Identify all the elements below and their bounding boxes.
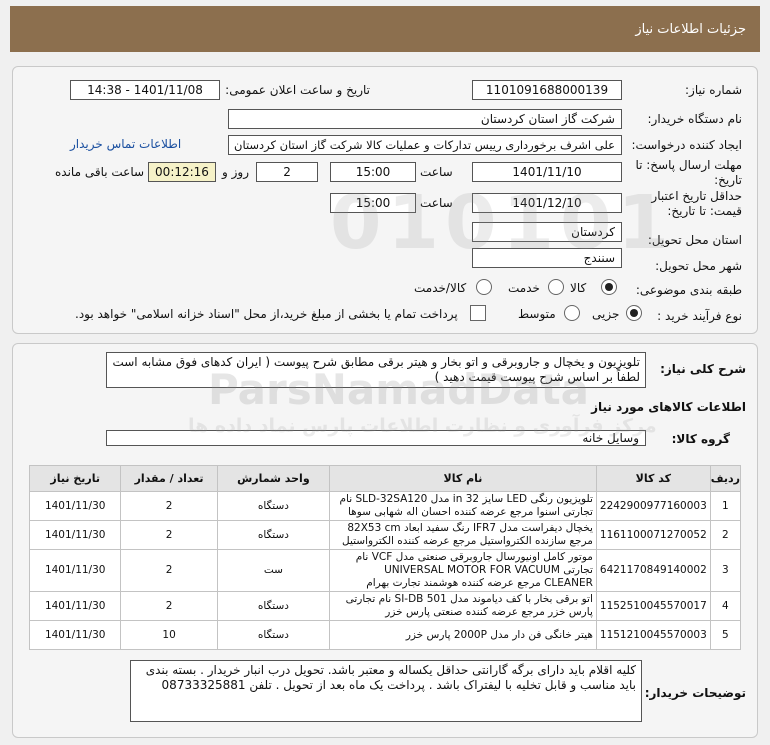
goods-group-field: وسایل خانه [106, 430, 646, 446]
row-code: 6421170849140002 [595, 549, 711, 592]
buyer-notes-text: کلیه اقلام باید دارای برگه گارانتی حداقل… [130, 660, 642, 722]
col-code: کد کالا [595, 465, 711, 492]
deadline-label-line2: تاریخ: [714, 173, 742, 187]
col-date: تاریخ نیاز [28, 465, 122, 492]
row-index: 5 [709, 620, 742, 650]
row-index: 2 [709, 520, 742, 550]
days-label: روز و [222, 165, 249, 179]
category-option-goods-service: کالا/خدمت [414, 281, 467, 295]
row-date: 1401/11/30 [28, 491, 122, 521]
remaining-time-label: ساعت باقی مانده [55, 165, 145, 179]
row-unit: دستگاه [216, 591, 331, 621]
process-radio-medium[interactable] [564, 305, 580, 321]
row-unit: دستگاه [216, 620, 331, 650]
row-name: هیتر خانگی فن دار مدل 2000P پارس خزر [329, 620, 597, 650]
row-qty: 2 [120, 549, 218, 592]
need-number-field: 1101091688000139 [472, 80, 622, 100]
row-date: 1401/11/30 [28, 620, 122, 650]
days-field: 2 [256, 162, 318, 182]
row-date: 1401/11/30 [28, 549, 122, 592]
buyer-org-label: نام دستگاه خریدار: [647, 112, 743, 126]
summary-label: شرح کلی نیاز: [660, 362, 746, 376]
row-name: موتور کامل اونیورسال جاروبرقی صنعتی مدل … [329, 549, 597, 592]
goods-group-label: گروه کالا: [671, 432, 730, 446]
announce-label: تاریخ و ساعت اعلان عمومی: [225, 83, 370, 97]
deadline-time-label: ساعت [420, 165, 453, 179]
category-option-goods: کالا [570, 281, 587, 295]
table-row: 5 1151210045570003 هیتر خانگی فن دار مدل… [28, 620, 742, 650]
need-number-label: شماره نیاز: [685, 83, 742, 97]
row-qty: 2 [120, 591, 218, 621]
page-title: جزئیات اطلاعات نیاز [635, 21, 746, 37]
row-date: 1401/11/30 [28, 520, 122, 550]
process-option-medium: متوسط [518, 307, 556, 321]
validity-time-label: ساعت [420, 196, 453, 210]
process-radio-minor[interactable] [626, 305, 642, 321]
category-label: طبقه بندی موضوعی: [635, 283, 742, 297]
city-field: سنندج [472, 248, 622, 268]
row-unit: دستگاه [216, 491, 331, 521]
row-qty: 2 [120, 491, 218, 521]
category-option-service: خدمت [508, 281, 540, 295]
row-code: 2242900977160003 [595, 491, 711, 521]
row-index: 1 [709, 491, 742, 521]
province-field: کردستان [472, 222, 622, 242]
col-qty: تعداد / مقدار [120, 465, 218, 492]
validity-label-line2: قیمت: تا تاریخ: [667, 204, 742, 218]
validity-label-line1: حداقل تاریخ اعتبار [651, 189, 742, 203]
province-label: استان محل تحویل: [647, 233, 742, 247]
city-label: شهر محل تحویل: [655, 259, 742, 273]
row-qty: 2 [120, 520, 218, 550]
table-row: 3 6421170849140002 موتور کامل اونیورسال … [28, 549, 742, 592]
row-index: 4 [709, 591, 742, 621]
announce-field: 1401/11/08 - 14:38 [70, 80, 220, 100]
col-unit: واحد شمارش [216, 465, 331, 492]
category-radio-service[interactable] [548, 279, 564, 295]
col-name: نام کالا [329, 465, 597, 492]
treasury-payment-label: پرداخت تمام یا بخشی از مبلغ خرید،از محل … [75, 307, 458, 321]
deadline-date-field: 1401/11/10 [472, 162, 622, 182]
creator-field: علی اشرف برخورداری رییس تدارکات و عملیات… [228, 135, 622, 155]
row-index: 3 [709, 549, 742, 592]
deadline-label-line1: مهلت ارسال پاسخ: تا [635, 158, 742, 172]
deadline-time-field: 15:00 [330, 162, 416, 182]
buyer-contact-link[interactable]: اطلاعات تماس خریدار [70, 137, 181, 151]
validity-time-field: 15:00 [330, 193, 416, 213]
remaining-time-field: 00:12:16 [148, 162, 216, 182]
goods-table-header: ردیف کد کالا نام کالا واحد شمارش تعداد /… [28, 465, 742, 492]
row-unit: دستگاه [216, 520, 331, 550]
goods-section-title: اطلاعات کالاهای مورد نیاز [591, 400, 746, 414]
row-code: 1152510045570017 [595, 591, 711, 621]
row-unit: ست [216, 549, 331, 592]
row-code: 1151210045570003 [595, 620, 711, 650]
summary-text: تلویزیون و یخچال و جاروبرقی و اتو بخار و… [106, 352, 646, 388]
creator-label: ایجاد کننده درخواست: [631, 138, 742, 152]
col-index: ردیف [709, 465, 742, 492]
treasury-payment-checkbox[interactable] [470, 305, 486, 321]
row-name: یخچال دیفراست مدل IFR7 رنگ سفید ابعاد 82… [329, 520, 597, 550]
table-row: 4 1152510045570017 اتو برقی بخار با کف د… [28, 591, 742, 621]
row-code: 1161100071270052 [595, 520, 711, 550]
category-radio-goods-service[interactable] [476, 279, 492, 295]
row-date: 1401/11/30 [28, 591, 122, 621]
process-option-minor: جزیی [592, 307, 620, 321]
process-label: نوع فرآیند خرید : [657, 309, 742, 323]
table-row: 1 2242900977160003 تلویزیون رنگی LED سای… [28, 491, 742, 521]
row-name: تلویزیون رنگی LED سایز 32 in مدل SLD-32S… [329, 491, 597, 521]
row-name: اتو برقی بخار با کف دیاموند مدل SI-DB 50… [329, 591, 597, 621]
buyer-org-field: شرکت گاز استان کردستان [228, 109, 622, 129]
category-radio-goods[interactable] [601, 279, 617, 295]
row-qty: 10 [120, 620, 218, 650]
goods-table: ردیف کد کالا نام کالا واحد شمارش تعداد /… [28, 465, 742, 650]
table-row: 2 1161100071270052 یخچال دیفراست مدل IFR… [28, 520, 742, 550]
validity-date-field: 1401/12/10 [472, 193, 622, 213]
page-header: جزئیات اطلاعات نیاز [10, 6, 760, 52]
buyer-notes-label: توضیحات خریدار: [644, 686, 746, 700]
